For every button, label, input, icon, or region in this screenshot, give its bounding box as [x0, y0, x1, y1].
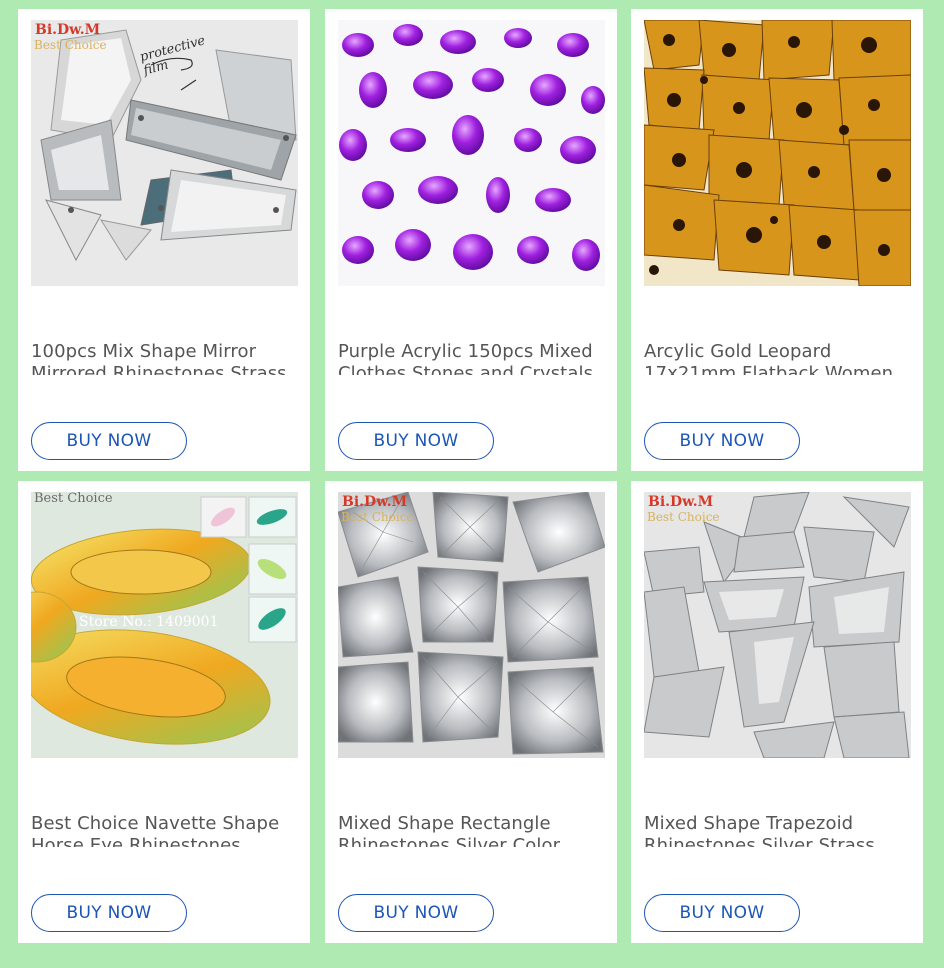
product-title[interactable]: Arcylic Gold Leopard 17x21mm Flatback Wo…	[644, 341, 904, 375]
buy-now-button[interactable]: BUY NOW	[31, 894, 187, 932]
product-image-mirror[interactable]: Bi.Dw.M Best Choice protective film	[31, 20, 298, 286]
product-card[interactable]: Bi.Dw.M Best Choice Mixed Shape Trapezoi…	[631, 481, 923, 943]
product-card[interactable]: Best Choice Store No.: 1409001 Best Choi…	[18, 481, 310, 943]
product-card[interactable]: Bi.Dw.M Best Choice protective film 100p…	[18, 9, 310, 471]
product-card[interactable]: Arcylic Gold Leopard 17x21mm Flatback Wo…	[631, 9, 923, 471]
product-image-navette[interactable]: Best Choice Store No.: 1409001	[31, 492, 298, 758]
product-title[interactable]: Mixed Shape Trapezoid Rhinestones Silver…	[644, 813, 904, 847]
product-card[interactable]: Bi.Dw.M Best Choice Mixed Shape Rectangl…	[325, 481, 617, 943]
product-title[interactable]: Purple Acrylic 150pcs Mixed Clothes Ston…	[338, 341, 598, 375]
product-title[interactable]: Best Choice Navette Shape Horse Eye Rhin…	[31, 813, 291, 847]
product-image-silver-rectangle[interactable]: Bi.Dw.M Best Choice	[338, 492, 605, 758]
buy-now-button[interactable]: BUY NOW	[644, 894, 800, 932]
watermark-subtitle: Best Choice	[647, 510, 720, 524]
buy-now-button[interactable]: BUY NOW	[338, 894, 494, 932]
store-number-text: Store No.: 1409001	[79, 614, 219, 630]
buy-now-button[interactable]: BUY NOW	[31, 422, 187, 460]
watermark-logo: Bi.Dw.M	[342, 494, 408, 510]
product-title[interactable]: Mixed Shape Rectangle Rhinestones Silver…	[338, 813, 598, 847]
product-image-purple-acrylic[interactable]	[338, 20, 605, 286]
watermark-subtitle: Best Choice	[341, 510, 414, 524]
product-title[interactable]: 100pcs Mix Shape Mirror Mirrored Rhinest…	[31, 341, 291, 375]
product-grid: Bi.Dw.M Best Choice protective film 100p…	[0, 0, 944, 968]
buy-now-button[interactable]: BUY NOW	[644, 422, 800, 460]
product-image-silver-trapezoid[interactable]: Bi.Dw.M Best Choice	[644, 492, 911, 758]
product-card[interactable]: Purple Acrylic 150pcs Mixed Clothes Ston…	[325, 9, 617, 471]
watermark-logo: Bi.Dw.M	[648, 494, 714, 510]
watermark-logo: Bi.Dw.M	[35, 22, 101, 38]
product-image-gold-leopard[interactable]	[644, 20, 911, 286]
buy-now-button[interactable]: BUY NOW	[338, 422, 494, 460]
watermark-subtitle: Best Choice	[34, 38, 107, 52]
watermark-subtitle: Best Choice	[34, 492, 113, 506]
